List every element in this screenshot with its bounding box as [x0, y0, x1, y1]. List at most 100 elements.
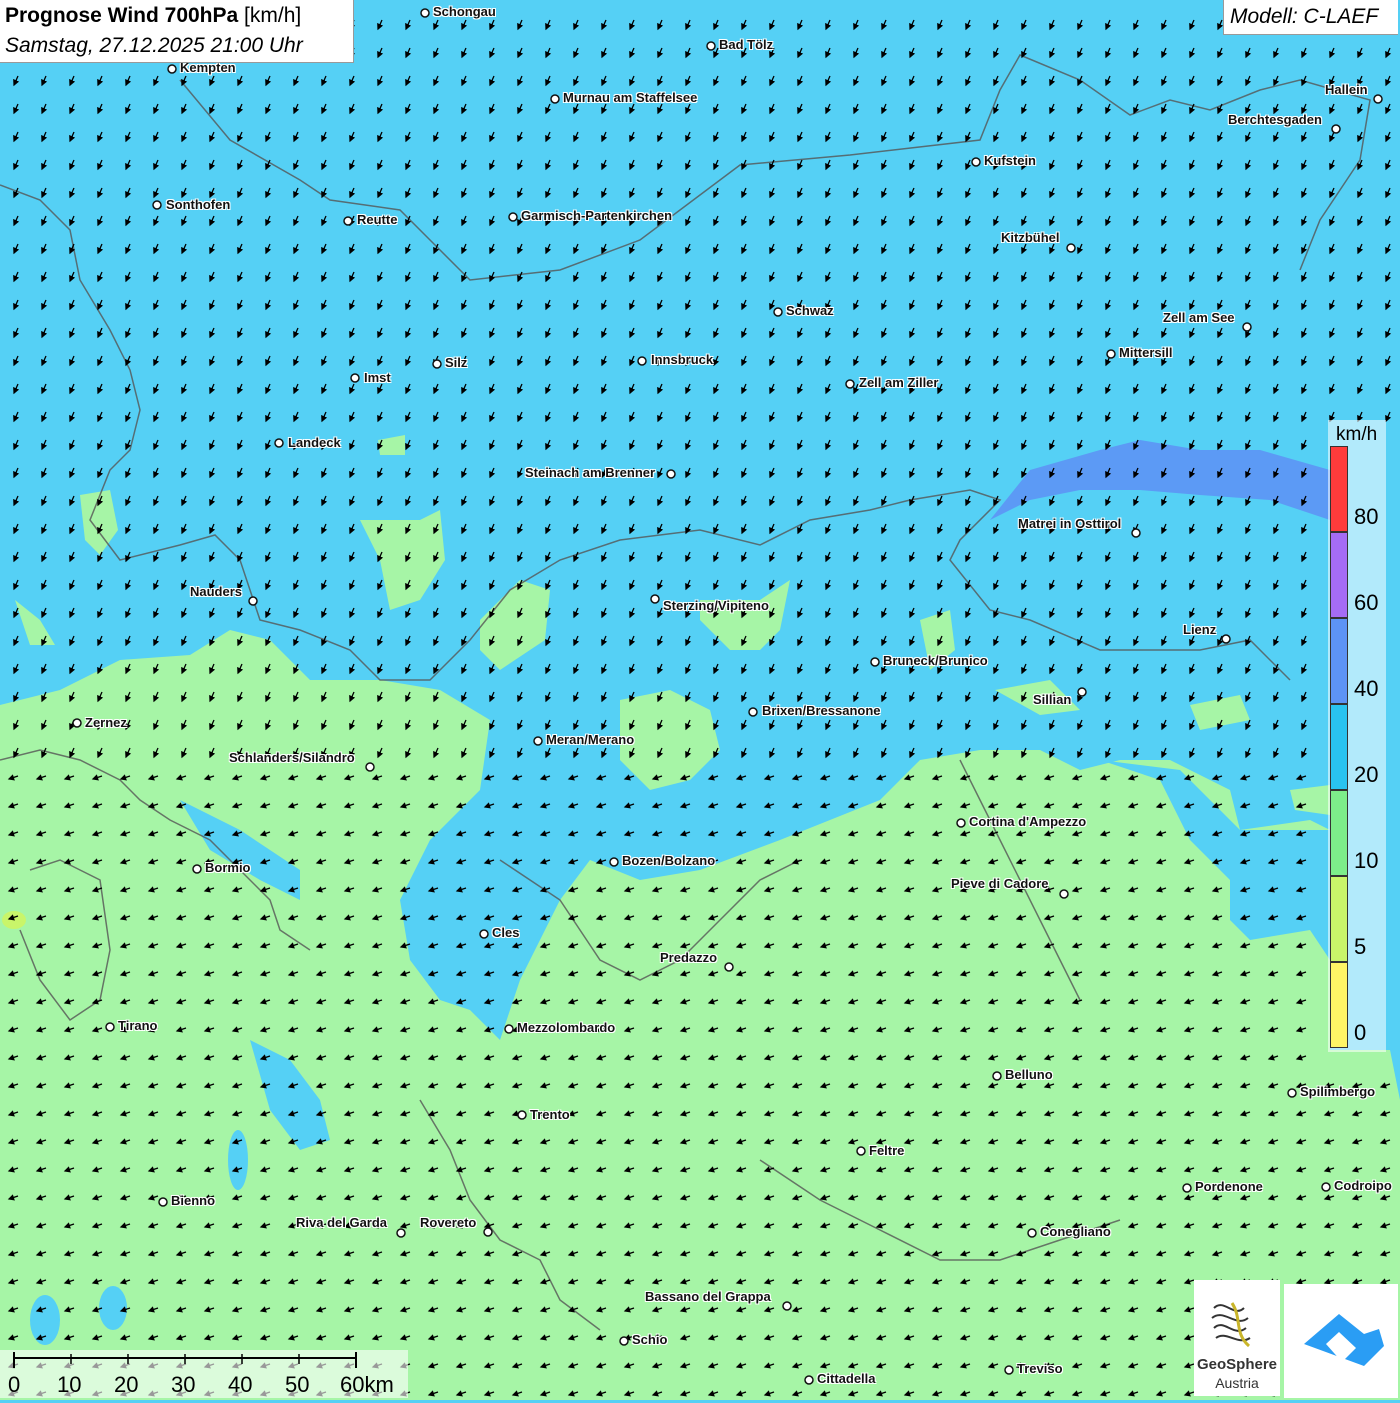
city-label: Riva del Garda — [296, 1215, 388, 1230]
app-logo — [1284, 1284, 1398, 1398]
city-marker — [1077, 687, 1087, 697]
city-label: Schio — [632, 1332, 668, 1347]
legend-swatch — [1330, 618, 1348, 704]
city-marker — [432, 359, 442, 369]
model-label: Modell: C-LAEF — [1230, 5, 1379, 28]
city-label: Sillian — [1033, 692, 1072, 707]
legend-swatch — [1330, 704, 1348, 790]
city-marker — [152, 200, 162, 210]
legend-tick-label: 10 — [1354, 848, 1379, 873]
city-marker — [248, 596, 258, 606]
scale-label: 50 — [285, 1372, 310, 1397]
scale-label: 40 — [228, 1372, 253, 1397]
wind-field-blue-spot — [99, 1286, 127, 1330]
legend-swatch — [1330, 790, 1348, 876]
map-title-bold: Prognose Wind 700hPa — [5, 4, 239, 27]
city-marker — [971, 157, 981, 167]
city-label: Steinach am Brenner — [525, 465, 656, 480]
city-label: Brixen/Bressanone — [762, 703, 881, 718]
city-label: Bad Tölz — [719, 37, 774, 52]
legend-tick-label: 20 — [1354, 762, 1379, 787]
city-marker — [609, 857, 619, 867]
city-label: Tirano — [118, 1018, 158, 1033]
city-label: Murnau am Staffelsee — [563, 90, 698, 105]
city-marker — [105, 1022, 115, 1032]
city-marker — [1027, 1228, 1037, 1238]
city-marker — [650, 594, 660, 604]
city-label: Bormio — [205, 860, 251, 875]
city-marker — [1066, 243, 1076, 253]
city-label: Pieve di Cadore — [951, 876, 1049, 891]
wind-field-yellow-spot — [2, 911, 26, 929]
city-marker — [274, 438, 284, 448]
city-label: Landeck — [288, 435, 341, 450]
scale-label: 60km — [340, 1372, 394, 1397]
city-marker — [365, 762, 375, 772]
city-marker — [1106, 349, 1116, 359]
legend-tick-label: 40 — [1354, 676, 1379, 701]
city-marker — [992, 1071, 1002, 1081]
legend-swatch — [1330, 962, 1348, 1048]
city-marker — [533, 736, 543, 746]
city-label: Spilimbergo — [1300, 1084, 1376, 1099]
city-marker — [1331, 124, 1341, 134]
city-label: Schlanders/Silandro — [229, 750, 355, 765]
city-marker — [1131, 528, 1141, 538]
scale-bar: 0 10 20 30 40 50 60km — [0, 1350, 408, 1398]
city-marker — [619, 1336, 629, 1346]
city-marker — [1059, 889, 1069, 899]
scale-label: 10 — [57, 1372, 82, 1397]
city-marker — [1321, 1182, 1331, 1192]
city-label: Nauders — [190, 584, 243, 599]
city-marker — [420, 8, 430, 18]
city-marker — [856, 1146, 866, 1156]
city-label: Treviso — [1017, 1361, 1063, 1376]
app-cloud-icon — [1304, 1314, 1384, 1366]
scale-label: 0 — [8, 1372, 21, 1397]
geosphere-emblem-icon — [1211, 1302, 1251, 1348]
city-label: Garmisch-Partenkirchen — [521, 208, 673, 223]
forecast-datetime: Samstag, 27.12.2025 21:00 Uhr — [5, 34, 303, 57]
city-label: Codroipo — [1334, 1178, 1392, 1193]
city-label: Trento — [530, 1107, 570, 1122]
city-label: Lienz — [1183, 622, 1217, 637]
city-label: Innsbruck — [651, 352, 714, 367]
city-label: Belluno — [1005, 1067, 1053, 1082]
city-marker — [1287, 1088, 1297, 1098]
legend-tick-label: 60 — [1354, 590, 1379, 615]
city-label: Matrei in Osttirol — [1018, 516, 1122, 531]
map-title: Prognose Wind 700hPa [km/h] — [5, 4, 301, 28]
city-marker — [706, 41, 716, 51]
city-marker — [350, 373, 360, 383]
legend-tick-label: 80 — [1354, 504, 1379, 529]
city-marker — [1004, 1365, 1014, 1375]
color-legend: km/h 80 60 40 20 10 5 0 — [1328, 420, 1388, 1052]
city-marker — [396, 1228, 406, 1238]
city-marker — [504, 1024, 514, 1034]
city-label: Zernez — [85, 715, 127, 730]
city-marker — [637, 356, 647, 366]
title-box: Prognose Wind 700hPa [km/h] Samstag, 27.… — [0, 0, 354, 63]
city-marker — [550, 94, 560, 104]
geosphere-name: GeoSphere — [1196, 1356, 1278, 1373]
city-label: Cortina d'Ampezzo — [969, 814, 1087, 829]
city-label: Bienno — [171, 1193, 216, 1208]
city-label: Pordenone — [1195, 1179, 1263, 1194]
city-marker — [508, 212, 518, 222]
city-marker — [782, 1301, 792, 1311]
legend-tick-label: 5 — [1354, 934, 1367, 959]
city-label: Rovereto — [420, 1215, 477, 1230]
city-marker — [167, 64, 177, 74]
scale-label: 30 — [171, 1372, 196, 1397]
city-marker — [956, 818, 966, 828]
city-marker — [1182, 1183, 1192, 1193]
city-marker — [724, 962, 734, 972]
wind-field-blue-spot — [30, 1295, 60, 1345]
city-label: Schongau — [433, 4, 496, 19]
legend-swatch — [1330, 876, 1348, 962]
city-marker — [1221, 634, 1231, 644]
city-label: Bozen/Bolzano — [622, 853, 716, 868]
city-label: Sonthofen — [166, 197, 231, 212]
geosphere-logo: GeoSphere Austria — [1194, 1280, 1280, 1396]
city-label: Predazzo — [660, 950, 718, 965]
